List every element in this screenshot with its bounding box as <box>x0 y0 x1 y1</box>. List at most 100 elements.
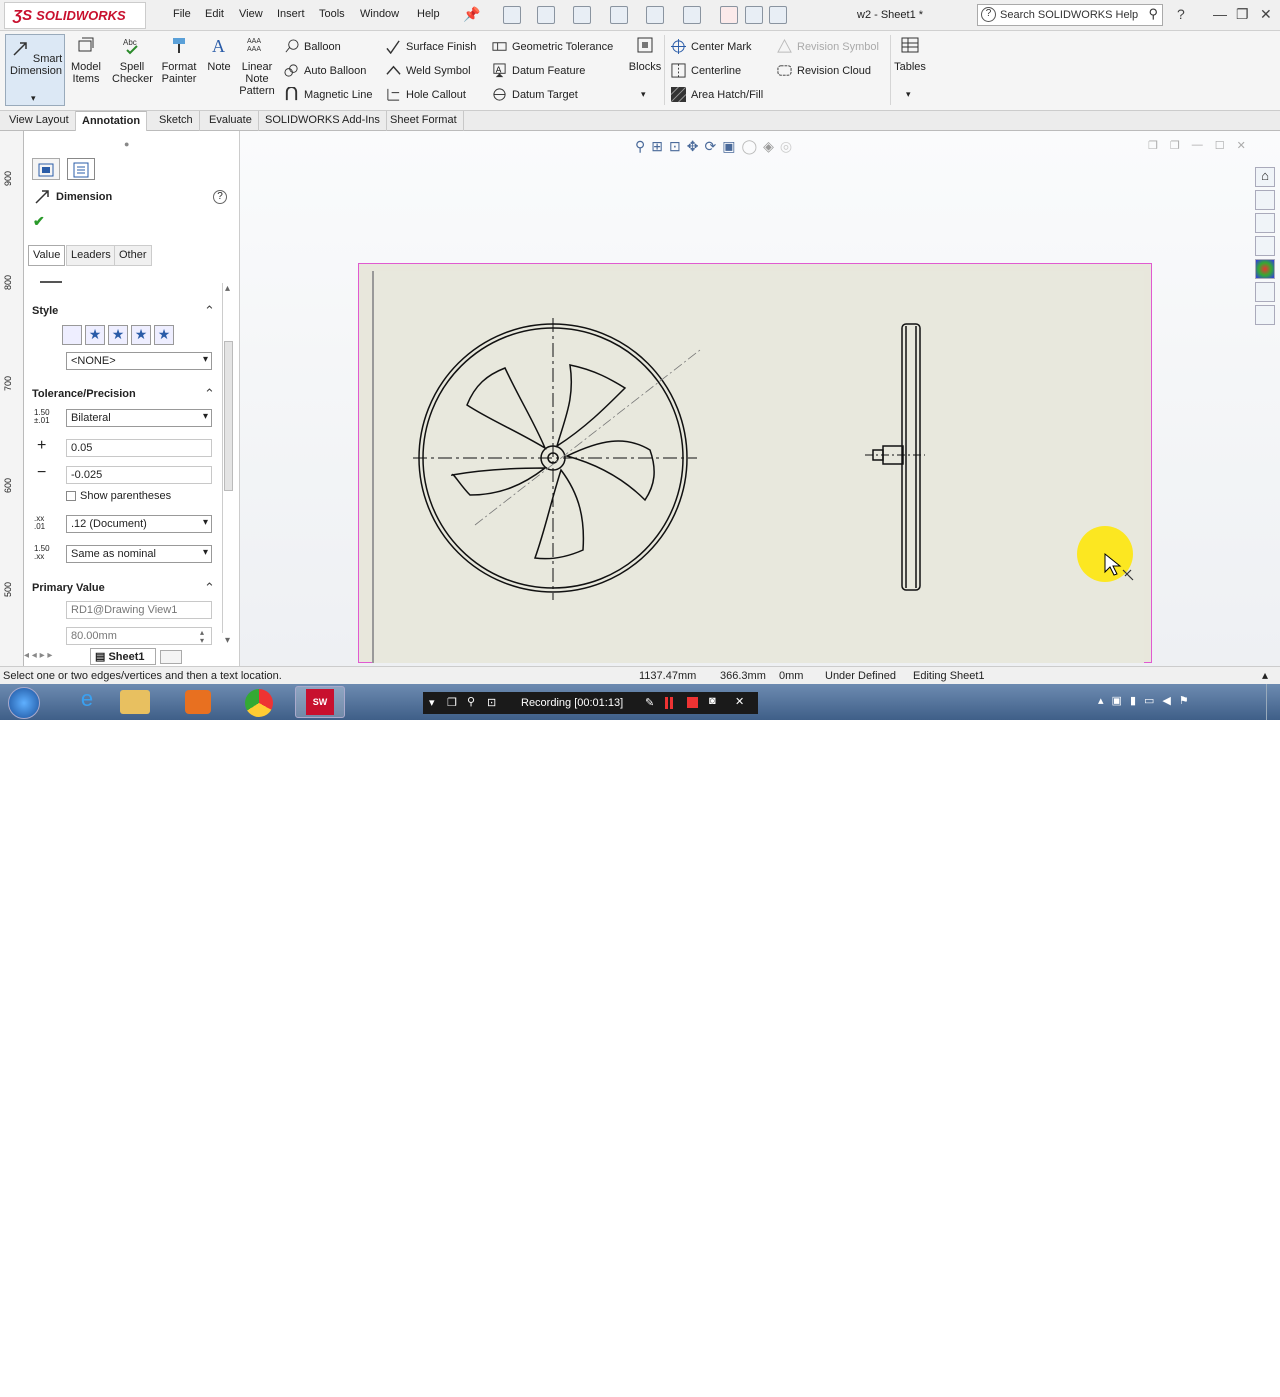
recorder-close-icon[interactable]: ✕ <box>735 695 744 708</box>
tray-network-icon[interactable]: ▣ <box>1112 694 1122 710</box>
balloon-button[interactable]: Balloon <box>284 39 341 54</box>
pin-icon[interactable]: 📌 <box>463 6 480 23</box>
recorder-stop-icon[interactable] <box>687 697 698 708</box>
surface-finish-button[interactable]: Surface Finish <box>386 39 476 54</box>
format-painter-button[interactable]: Format Painter <box>158 35 200 85</box>
datum-target-button[interactable]: Datum Target <box>492 87 578 102</box>
ok-checkmark-icon[interactable]: ✔ <box>33 213 45 230</box>
menu-tools[interactable]: Tools <box>319 8 345 20</box>
tray-monitor-icon[interactable]: ▭ <box>1144 694 1154 710</box>
rebuild-traffic-light-icon[interactable] <box>720 6 738 24</box>
blocks-dropdown-icon[interactable]: ▾ <box>641 89 646 100</box>
feature-manager-tab[interactable] <box>32 158 60 180</box>
view-palette-icon[interactable] <box>1255 236 1275 256</box>
sheet-nav-buttons[interactable]: ◂ ◂ ▸ ▸ <box>24 650 90 664</box>
spin-down-icon[interactable]: ▾ <box>200 636 204 645</box>
lower-tolerance-input[interactable]: -0.025 <box>66 466 212 484</box>
menu-help[interactable]: Help <box>417 8 440 20</box>
recorder-area-icon[interactable]: ⊡ <box>487 696 496 709</box>
tab-annotation[interactable]: Annotation <box>76 111 148 131</box>
show-desktop-button[interactable] <box>1266 684 1280 720</box>
center-mark-button[interactable]: Center Mark <box>671 39 752 54</box>
magnetic-line-button[interactable]: Magnetic Line <box>284 87 373 102</box>
primary-reference-field[interactable]: RD1@Drawing View1 <box>66 601 212 619</box>
media-player-icon[interactable] <box>185 690 211 714</box>
zoom-to-fit-icon[interactable]: ⚲ <box>635 138 645 156</box>
tray-flag-icon[interactable]: ⚑ <box>1179 694 1189 710</box>
add-sheet-icon[interactable] <box>160 650 182 664</box>
close-button[interactable]: ✕ <box>1260 6 1272 23</box>
new-document-icon[interactable] <box>503 6 521 24</box>
upper-tolerance-input[interactable]: 0.05 <box>66 439 212 457</box>
recorder-pause-icon[interactable] <box>665 697 673 709</box>
apply-style-icon[interactable] <box>62 325 82 345</box>
help-icon[interactable]: ? <box>213 190 227 204</box>
panel-grip[interactable]: ● <box>124 139 129 149</box>
load-style-icon[interactable]: ★ <box>154 325 174 345</box>
viewport-tile-icon[interactable]: ❐ <box>1170 139 1180 155</box>
blocks-button[interactable]: Blocks <box>628 35 662 73</box>
options-gear-icon[interactable] <box>769 6 787 24</box>
collapse-primary-icon[interactable]: ⌃ <box>204 580 215 596</box>
solidworks-resources-icon[interactable]: ⌂ <box>1255 167 1275 187</box>
tab-solidworks-addins[interactable]: SOLIDWORKS Add-Ins <box>259 111 387 131</box>
file-explorer-taskbar-icon[interactable] <box>120 690 150 714</box>
undo-icon[interactable] <box>646 6 664 24</box>
solidworks-taskbar-button[interactable]: SW <box>295 686 345 718</box>
tab-sheet-format[interactable]: Sheet Format <box>384 111 464 131</box>
pan-icon[interactable]: ✥ <box>687 138 699 156</box>
viewport-close-icon[interactable]: ✕ <box>1237 139 1246 155</box>
add-style-icon[interactable]: ★ <box>85 325 105 345</box>
primary-value-input[interactable]: 80.00mm <box>66 627 212 645</box>
editing-state[interactable]: Editing Sheet1 <box>913 670 985 682</box>
tray-volume-icon[interactable]: ◀ <box>1162 694 1170 710</box>
sheet-tab[interactable]: ▤ Sheet1 <box>90 648 156 665</box>
menu-window[interactable]: Window <box>360 8 399 20</box>
datum-feature-button[interactable]: A Datum Feature <box>492 63 585 78</box>
style-select[interactable]: <NONE> <box>66 352 212 370</box>
tab-sketch[interactable]: Sketch <box>153 111 200 131</box>
save-style-icon[interactable]: ★ <box>131 325 151 345</box>
recorder-zoom-icon[interactable]: ⚲ <box>467 695 475 708</box>
area-hatch-button[interactable]: Area Hatch/Fill <box>671 87 763 102</box>
auto-balloon-button[interactable]: Auto Balloon <box>284 63 366 78</box>
linear-note-pattern-button[interactable]: AAA AAA Linear Note Pattern <box>238 35 276 97</box>
pm-tab-leaders[interactable]: Leaders <box>66 245 116 266</box>
tolerance-type-select[interactable]: Bilateral <box>66 409 212 427</box>
tolerance-precision-select[interactable]: Same as nominal <box>66 545 212 563</box>
view-settings-icon[interactable]: ◈ <box>763 138 774 156</box>
collapse-style-icon[interactable]: ⌃ <box>204 303 215 319</box>
revision-symbol-button[interactable]: Revision Symbol <box>777 39 879 54</box>
scroll-up-icon[interactable]: ▴ <box>225 283 230 294</box>
tab-view-layout[interactable]: View Layout <box>3 111 76 131</box>
file-explorer-icon[interactable] <box>1255 213 1275 233</box>
design-library-icon[interactable] <box>1255 190 1275 210</box>
appearances-icon[interactable] <box>1255 259 1275 279</box>
tray-expand-icon[interactable]: ▴ <box>1098 694 1104 710</box>
show-parentheses-checkbox[interactable] <box>66 491 76 501</box>
display-style-icon[interactable]: ▣ <box>722 138 735 156</box>
spell-checker-button[interactable]: Abc Spell Checker <box>112 35 153 85</box>
pm-tab-value[interactable]: Value <box>28 245 66 266</box>
zoom-area-icon[interactable]: ⊞ <box>651 138 663 156</box>
scroll-down-icon[interactable]: ▾ <box>225 635 230 646</box>
recorder-camera-icon[interactable]: ◙ <box>709 695 716 707</box>
restore-button[interactable]: ❐ <box>1236 6 1249 23</box>
internet-explorer-icon[interactable]: e <box>65 686 109 718</box>
search-icon[interactable]: ⚲ <box>1148 6 1158 22</box>
zoom-selection-icon[interactable]: ⊡ <box>669 138 681 156</box>
menu-file[interactable]: File <box>173 8 191 20</box>
save-icon[interactable] <box>573 6 591 24</box>
viewport-restore-icon[interactable]: ❐ <box>1148 139 1158 155</box>
print-icon[interactable] <box>610 6 628 24</box>
status-options-icon[interactable]: ▴ <box>1262 668 1268 682</box>
property-manager-tab[interactable] <box>67 158 95 180</box>
tab-evaluate[interactable]: Evaluate <box>203 111 259 131</box>
drawing-view-front-fan[interactable] <box>405 310 705 610</box>
smart-dimension-dropdown-icon[interactable]: ▾ <box>31 93 36 104</box>
model-items-button[interactable]: Model Items <box>68 35 104 85</box>
geometric-tolerance-button[interactable]: Geometric Tolerance <box>492 39 613 54</box>
redraw-icon[interactable]: ⟳ <box>704 138 716 156</box>
taskbar-clock[interactable]: 13:39 23-04-2018 <box>1205 1371 1256 1397</box>
pm-scrollbar[interactable]: ▴ ▾ <box>222 283 234 646</box>
